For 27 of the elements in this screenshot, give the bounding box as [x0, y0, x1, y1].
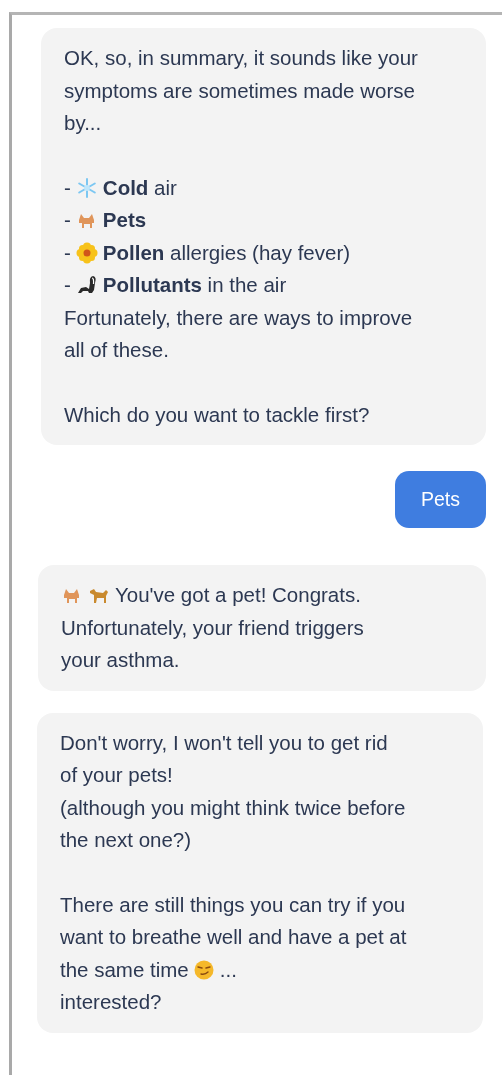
message-text: by...	[64, 110, 102, 136]
message-text: the same time	[60, 956, 189, 983]
message-text: Pollutants in the air	[102, 272, 287, 298]
message-text: Cold air	[102, 174, 177, 201]
bullet-dash: -	[64, 174, 71, 201]
bullet-dash: -	[64, 207, 71, 233]
ellipsis-text: ...	[219, 956, 237, 983]
message-text: OK, so, in summary, it sounds like your	[64, 45, 418, 71]
message-text: Pets	[102, 207, 147, 233]
message-text: Unfortunately, your friend triggers	[61, 614, 364, 641]
message-text: Fortunately, there are ways to improve	[64, 304, 413, 331]
message-text: You've got a pet! Congrats.	[115, 582, 361, 608]
message-text: (although you might think twice before	[60, 794, 406, 821]
message-text: There are still things you can try if you	[60, 891, 406, 918]
bullet-dash: -	[64, 272, 71, 298]
message-text: all of these.	[64, 337, 169, 363]
message-text: symptoms are sometimes made worse	[64, 77, 415, 104]
message-text: the next one?)	[60, 827, 192, 853]
message-text: want to breathe well and have a pet at	[60, 924, 407, 950]
message-text: interested?	[60, 989, 162, 1015]
message-text: Don't worry, I won't tell you to get rid	[60, 729, 388, 756]
message-text: of your pets!	[60, 762, 173, 788]
bullet-dash: -	[64, 239, 71, 266]
message-text: Which do you want to tackle first?	[64, 401, 370, 428]
message-text: Pollen allergies (hay fever)	[102, 239, 351, 266]
message-text: your asthma.	[61, 647, 180, 673]
user-message: Pets	[394, 471, 486, 528]
